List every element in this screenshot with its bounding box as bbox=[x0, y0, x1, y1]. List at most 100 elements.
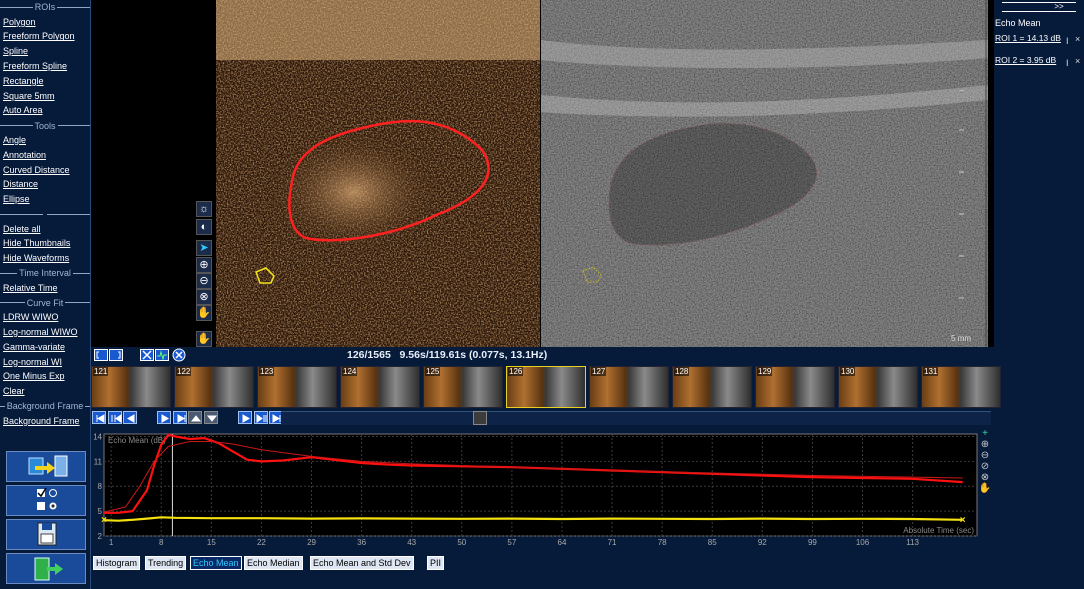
y-axis-label: Echo Mean (dB) bbox=[108, 436, 166, 445]
measure-title: Echo Mean bbox=[995, 18, 1041, 28]
menu-item-angle[interactable]: Angle bbox=[0, 133, 90, 148]
next-marker-icon[interactable] bbox=[254, 411, 268, 424]
thumbnail-frame[interactable]: 122 bbox=[174, 366, 254, 408]
tab-trending[interactable]: Trending bbox=[145, 556, 187, 570]
thumbnail-frame[interactable]: 127 bbox=[589, 366, 669, 408]
roi-result-label[interactable]: ROI 1 = 14.13 dB bbox=[995, 33, 1061, 43]
bmode-image[interactable]: 5 mm bbox=[541, 0, 988, 347]
contrast-image[interactable] bbox=[216, 0, 540, 347]
panel-collapse-button[interactable]: >> bbox=[1002, 2, 1076, 12]
thumbnail-frame[interactable]: 129 bbox=[755, 366, 835, 408]
menu-item-hide-waveforms[interactable]: Hide Waveforms bbox=[0, 251, 90, 266]
menu-item-background-frame[interactable]: Background Frame bbox=[0, 414, 90, 429]
thumbnail-frame[interactable]: 123 bbox=[257, 366, 337, 408]
zoom-reset-icon[interactable]: ⊗ bbox=[978, 473, 992, 483]
down-icon[interactable] bbox=[204, 411, 218, 424]
save-button[interactable] bbox=[6, 519, 86, 550]
roi-remove-icon[interactable]: × bbox=[1075, 34, 1080, 44]
timeline-thumb[interactable] bbox=[472, 411, 487, 425]
thumbnail-frame[interactable]: 131 bbox=[921, 366, 1001, 408]
menu-item-freeform-polygon[interactable]: Freeform Polygon bbox=[0, 29, 90, 44]
exit-button[interactable] bbox=[6, 553, 86, 584]
timeline-track[interactable] bbox=[281, 411, 991, 425]
menu-item-ellipse[interactable]: Ellipse bbox=[0, 192, 90, 207]
x-tick-label: 15 bbox=[207, 538, 216, 547]
roi-toggle-icon[interactable]: I bbox=[1066, 58, 1069, 68]
x-tick-label: 8 bbox=[159, 538, 164, 547]
loop-icon[interactable] bbox=[173, 411, 187, 424]
hand-3d-icon[interactable]: ✋ bbox=[196, 331, 212, 347]
thumbnail-label: 121 bbox=[93, 367, 109, 376]
menu-item-distance[interactable]: Distance bbox=[0, 177, 90, 192]
section-title: Background Frame bbox=[6, 401, 84, 412]
tab-pii[interactable]: PII bbox=[427, 556, 445, 570]
menu-item-freeform-spline[interactable]: Freeform Spline bbox=[0, 59, 90, 74]
roi-remove-icon[interactable]: × bbox=[1075, 56, 1080, 66]
zoom-in-icon[interactable]: ⊕ bbox=[196, 257, 212, 273]
echo-mean-chart[interactable]: 1 8 15 22 29 36 43 50 57 64 71 78 85 92 99 106 113258111… bbox=[91, 428, 994, 556]
ultrasound-view[interactable]: 5 mm bbox=[91, 0, 994, 347]
x-tick-label: 22 bbox=[257, 538, 266, 547]
menu-item-hide-thumbnails[interactable]: Hide Thumbnails bbox=[0, 236, 90, 251]
thumbnail-strip[interactable]: 121 122 123 124 125 126 127 128 129 130 131 bbox=[91, 347, 1001, 411]
pan-hand-icon[interactable]: ✋ bbox=[978, 484, 992, 494]
menu-item-one-minus-exp[interactable]: One Minus Exp bbox=[0, 369, 90, 384]
thumbnail-label: 126 bbox=[508, 367, 524, 376]
menu-item-relative-time[interactable]: Relative Time bbox=[0, 281, 90, 296]
thumbnail-label: 123 bbox=[259, 367, 275, 376]
x-tick-label: 78 bbox=[658, 538, 667, 547]
tab-histogram[interactable]: Histogram bbox=[93, 556, 141, 570]
roi-result-label[interactable]: ROI 2 = 3.95 dB bbox=[995, 55, 1056, 65]
chart-tools: + ⊕ ⊖ ⊘ ⊗ ✋ bbox=[978, 429, 992, 495]
x-tick-label: 29 bbox=[307, 538, 316, 547]
thumbnail-frame[interactable]: 124 bbox=[340, 366, 420, 408]
options-button[interactable] bbox=[6, 485, 86, 516]
menu-item-clear[interactable]: Clear bbox=[0, 384, 90, 399]
prev-marker-icon[interactable] bbox=[108, 411, 122, 424]
x-axis-label: Absolute Time (sec) bbox=[903, 526, 974, 535]
zoom-fit-icon[interactable]: ⊘ bbox=[978, 462, 992, 472]
thumbnail-frame[interactable]: 130 bbox=[838, 366, 918, 408]
menu-item-log-normal-wiwo[interactable]: Log-normal WIWO bbox=[0, 325, 90, 340]
section-title: Time Interval bbox=[19, 268, 71, 279]
menu-item-spline[interactable]: Spline bbox=[0, 44, 90, 59]
first-frame-icon[interactable] bbox=[92, 411, 106, 424]
menu-item-square-5mm[interactable]: Square 5mm bbox=[0, 89, 90, 104]
timeline-panel: 126/1565 9.56s/119.61s (0.077s, 13.1Hz) … bbox=[91, 347, 1001, 589]
left-tool-panel: ROIs Polygon Freeform Polygon Spline Freefor… bbox=[0, 0, 91, 589]
menu-item-gamma-variate[interactable]: Gamma-variate bbox=[0, 340, 90, 355]
tab-echo-mean[interactable]: Echo Mean bbox=[190, 556, 242, 570]
plus-icon[interactable]: + bbox=[978, 429, 992, 439]
zoom-out-icon[interactable]: ⊖ bbox=[196, 273, 212, 289]
step-forward-icon[interactable] bbox=[238, 411, 252, 424]
thumbnail-label: 122 bbox=[176, 367, 192, 376]
zoom-out-icon[interactable]: ⊖ bbox=[978, 451, 992, 461]
brightness-icon[interactable]: ☼ bbox=[196, 201, 212, 217]
menu-item-ldrw-wiwo[interactable]: LDRW WIWO bbox=[0, 310, 90, 325]
menu-item-auto-area[interactable]: Auto Area bbox=[0, 103, 90, 118]
thumbnail-frame[interactable]: 128 bbox=[672, 366, 752, 408]
tab-echo-median[interactable]: Echo Median bbox=[244, 556, 303, 570]
menu-item-log-normal-wi[interactable]: Log-normal WI bbox=[0, 355, 90, 370]
pointer-arrow-icon[interactable]: ➤ bbox=[196, 240, 212, 256]
menu-item-delete-all[interactable]: Delete all bbox=[0, 222, 90, 237]
zoom-reset-icon[interactable]: ⊗ bbox=[196, 289, 212, 305]
menu-item-curved-distance[interactable]: Curved Distance bbox=[0, 163, 90, 178]
up-icon[interactable] bbox=[188, 411, 202, 424]
step-back-icon[interactable] bbox=[123, 411, 137, 424]
thumbnail-frame[interactable]: 121 bbox=[91, 366, 171, 408]
section-header: Background Frame bbox=[0, 399, 90, 414]
save-disk-icon bbox=[37, 522, 57, 546]
play-icon[interactable] bbox=[157, 411, 171, 424]
menu-item-polygon[interactable]: Polygon bbox=[0, 15, 90, 30]
zoom-in-icon[interactable]: ⊕ bbox=[978, 440, 992, 450]
contrast-icon[interactable]: ◐ bbox=[196, 219, 212, 235]
roi-toggle-icon[interactable]: I bbox=[1066, 36, 1069, 46]
menu-item-rectangle[interactable]: Rectangle bbox=[0, 74, 90, 89]
thumbnail-frame[interactable]: 125 bbox=[423, 366, 503, 408]
pan-hand-icon[interactable]: ✋ bbox=[196, 305, 212, 321]
thumbnail-frame[interactable]: 126 bbox=[506, 366, 586, 408]
menu-item-annotation[interactable]: Annotation bbox=[0, 148, 90, 163]
tab-echo-mean-and-std-dev[interactable]: Echo Mean and Std Dev bbox=[310, 556, 414, 570]
export-button[interactable] bbox=[6, 451, 86, 482]
